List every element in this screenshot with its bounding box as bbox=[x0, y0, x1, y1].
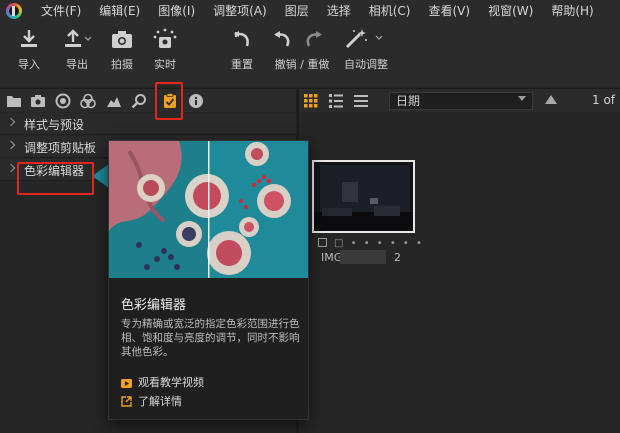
menu-window[interactable]: 视窗(W) bbox=[479, 0, 542, 22]
menu-image[interactable]: 图像(I) bbox=[149, 0, 204, 22]
camera-tab-icon[interactable] bbox=[30, 93, 46, 109]
filename-redaction bbox=[340, 250, 386, 264]
panel-item-label: 样式与预设 bbox=[24, 118, 85, 132]
grid-view-icon[interactable] bbox=[304, 94, 318, 108]
tooltip-title: 色彩编辑器 bbox=[121, 298, 187, 313]
learn-more-label: 了解详情 bbox=[138, 395, 182, 408]
thumbnail-filename-suffix: 2 bbox=[394, 251, 401, 264]
capture-label: 拍摄 bbox=[111, 58, 133, 71]
image-thumbnail[interactable] bbox=[312, 160, 415, 233]
color-editor-tooltip: 色彩编辑器 专为精确或宽泛的指定色彩范围进行色相、饱和度与亮度的调节，同时不影响… bbox=[108, 140, 309, 420]
chevron-down-icon bbox=[518, 96, 526, 101]
menu-adjustments[interactable]: 调整项(A) bbox=[204, 0, 276, 22]
menu-layers[interactable]: 图层 bbox=[276, 0, 318, 22]
filmstrip-view-icon[interactable] bbox=[354, 94, 368, 108]
color-circles-icon[interactable] bbox=[80, 93, 96, 109]
highlight-color-editor bbox=[17, 162, 94, 195]
video-play-icon bbox=[121, 379, 132, 388]
undo-redo-label: 撤销 / 重做 bbox=[274, 58, 330, 71]
reset-button[interactable]: 重置 bbox=[231, 28, 253, 72]
search-icon[interactable] bbox=[131, 93, 147, 109]
learn-more-link[interactable]: 了解详情 bbox=[121, 393, 182, 409]
watch-tutorial-link[interactable]: 观看教学视频 bbox=[121, 374, 204, 390]
export-label: 导出 bbox=[66, 58, 88, 71]
thumbnail-select-checkbox[interactable] bbox=[318, 238, 327, 247]
menu-view[interactable]: 查看(V) bbox=[420, 0, 480, 22]
thumbnail-image bbox=[314, 162, 413, 231]
main-toolbar: 导入 导出 拍摄 实时 重置 撤销 / 重做 自动调整 bbox=[0, 22, 620, 86]
menu-edit[interactable]: 编辑(E) bbox=[90, 0, 149, 22]
menu-select[interactable]: 选择 bbox=[318, 0, 360, 22]
undo-redo-icon bbox=[274, 31, 322, 47]
browser-toolbar: 日期 1 of bbox=[299, 88, 620, 112]
menu-help[interactable]: 帮助(H) bbox=[542, 0, 602, 22]
sort-value: 日期 bbox=[396, 94, 421, 108]
sort-dropdown[interactable]: 日期 bbox=[389, 92, 533, 110]
reset-icon bbox=[234, 31, 249, 47]
camera-icon bbox=[112, 31, 132, 48]
export-icon bbox=[65, 29, 92, 47]
import-icon bbox=[21, 30, 37, 47]
menu-camera[interactable]: 相机(C) bbox=[360, 0, 420, 22]
external-link-icon bbox=[121, 396, 132, 407]
tool-tabs bbox=[0, 88, 296, 112]
chevron-right-icon bbox=[6, 117, 16, 127]
menu-bar: 文件(F) 编辑(E) 图像(I) 调整项(A) 图层 选择 相机(C) 查看(… bbox=[0, 0, 620, 22]
panel-item-styles-presets[interactable]: 样式与预设 bbox=[0, 113, 296, 135]
import-label: 导入 bbox=[18, 58, 40, 71]
live-button[interactable]: 实时 bbox=[152, 28, 178, 72]
list-view-icon[interactable] bbox=[329, 94, 343, 108]
tooltip-preview-image bbox=[109, 141, 308, 278]
exposure-icon[interactable] bbox=[106, 93, 122, 109]
popover-pointer bbox=[92, 164, 109, 188]
auto-adjust-label: 自动调整 bbox=[344, 58, 388, 71]
thumbnail-rating-dots[interactable]: □ • • • • • • bbox=[334, 238, 424, 249]
capture-button[interactable]: 拍摄 bbox=[110, 28, 134, 72]
food-plates-illustration bbox=[109, 141, 308, 278]
panel-item-label: 调整项剪贴板 bbox=[24, 141, 97, 155]
app-logo-icon[interactable] bbox=[6, 3, 22, 19]
chevron-right-icon bbox=[6, 163, 16, 173]
sort-ascending-icon[interactable] bbox=[545, 95, 557, 104]
page-count: 1 of bbox=[592, 93, 616, 107]
live-label: 实时 bbox=[154, 58, 176, 71]
menu-file[interactable]: 文件(F) bbox=[32, 0, 90, 22]
info-icon[interactable] bbox=[188, 93, 204, 109]
magic-wand-icon bbox=[345, 29, 383, 49]
watch-tutorial-label: 观看教学视频 bbox=[138, 376, 204, 389]
highlight-clipboard-tab bbox=[155, 82, 183, 120]
auto-adjust-button[interactable]: 自动调整 bbox=[343, 28, 389, 72]
tooltip-description: 专为精确或宽泛的指定色彩范围进行色相、饱和度与亮度的调节，同时不影响其他色彩。 bbox=[121, 318, 300, 358]
import-button[interactable]: 导入 bbox=[18, 28, 40, 72]
folder-icon[interactable] bbox=[6, 93, 22, 109]
chevron-right-icon bbox=[6, 140, 16, 150]
reset-label: 重置 bbox=[231, 58, 253, 71]
export-button[interactable]: 导出 bbox=[62, 28, 92, 72]
live-view-icon bbox=[153, 28, 177, 48]
undo-redo-button[interactable]: 撤销 / 重做 bbox=[272, 28, 332, 72]
lens-icon[interactable] bbox=[55, 93, 71, 109]
